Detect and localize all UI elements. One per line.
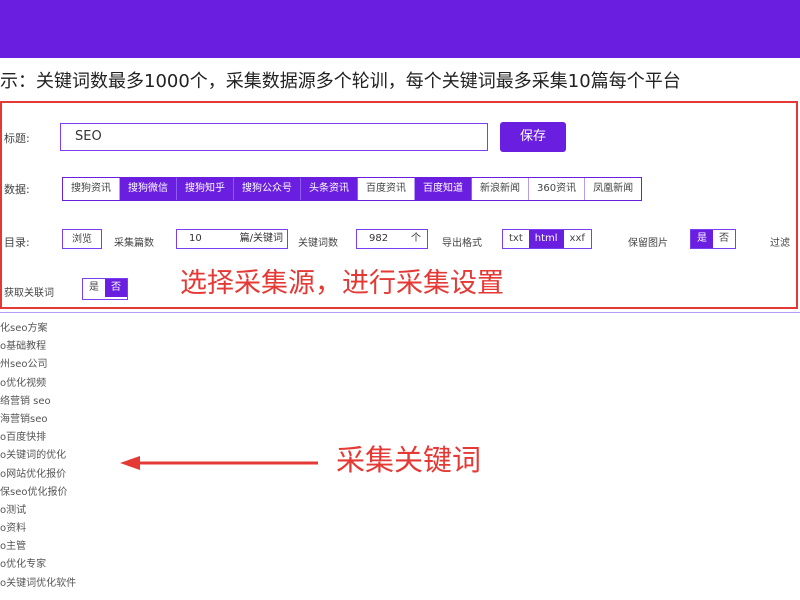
related-words-option[interactable]: 是	[83, 279, 105, 297]
keep-image-option[interactable]: 是	[691, 230, 713, 248]
source-button-group: 搜狗资讯 搜狗微信 搜狗知乎 搜狗公众号 头条资讯 百度资讯 百度知道 新浪新闻 360资讯 凤凰…	[62, 177, 643, 201]
source-option[interactable]: 搜狗资讯	[63, 178, 120, 200]
count-input[interactable]: 10 篇/关键词	[176, 229, 288, 249]
count-value: 10	[189, 233, 202, 244]
count-label: 采集篇数	[114, 238, 154, 249]
settings-panel: 标题: SEO 保存 数据: 搜狗资讯 搜狗微信 搜狗知乎 搜狗公众号 头条资讯 百度资讯…	[0, 101, 798, 309]
keyword-item[interactable]: o百度快排	[0, 429, 140, 447]
keyword-item[interactable]: o优化视频	[0, 375, 140, 393]
related-words-group: 是否	[82, 278, 128, 300]
keyword-item[interactable]: o优化专家	[0, 556, 140, 574]
keyword-item[interactable]: o关键词优化软件	[0, 575, 140, 593]
divider	[0, 312, 800, 313]
filter-label: 过滤	[770, 238, 790, 249]
keyword-item[interactable]: o基础教程	[0, 338, 140, 356]
keyword-count-label: 关键词数	[298, 238, 338, 249]
export-format-label: 导出格式	[442, 238, 482, 249]
source-option[interactable]: 搜狗知乎	[177, 178, 234, 200]
source-option[interactable]: 360资讯	[529, 178, 586, 200]
keyword-count-input[interactable]: 982 个	[356, 229, 428, 249]
tip-text: 示：关键词数最多1000个，采集数据源多个轮训，每个关键词最多采集10篇每个平台	[0, 71, 681, 92]
keyword-count-value: 982	[369, 233, 389, 244]
save-button[interactable]: 保存	[500, 122, 566, 152]
browse-button[interactable]: 浏览	[62, 229, 102, 249]
arrow-left-icon	[120, 456, 318, 470]
keyword-item[interactable]: 络营销 seo	[0, 393, 140, 411]
export-format-option[interactable]: xxf	[564, 230, 591, 248]
keyword-annotation: 采集关键词	[336, 443, 482, 477]
export-format-group: txt html xxf	[502, 229, 592, 249]
source-option[interactable]: 百度资讯	[358, 178, 415, 200]
source-option[interactable]: 百度知道	[415, 178, 472, 200]
keyword-item[interactable]: 保seo优化报价	[0, 484, 140, 502]
source-option[interactable]: 头条资讯	[301, 178, 358, 200]
source-option[interactable]: 搜狗公众号	[234, 178, 301, 200]
keyword-item[interactable]: 海营销seo	[0, 411, 140, 429]
title-input[interactable]: SEO	[60, 123, 488, 151]
export-format-option[interactable]: html	[528, 230, 564, 248]
title-label: 标题:	[4, 132, 30, 145]
directory-label: 目录:	[4, 236, 30, 249]
top-header-bar	[0, 0, 800, 58]
keyword-item[interactable]: o资料	[0, 520, 140, 538]
source-option[interactable]: 新浪新闻	[472, 178, 529, 200]
panel-annotation: 选择采集源，进行采集设置	[180, 268, 504, 299]
keyword-item[interactable]: o测试	[0, 502, 140, 520]
source-label: 数据:	[4, 183, 30, 196]
export-format-option[interactable]: txt	[503, 230, 529, 248]
source-option[interactable]: 凤凰新闻	[585, 178, 642, 200]
keyword-item[interactable]: 化seo方案	[0, 320, 140, 338]
count-unit: 篇/关键词	[239, 233, 283, 244]
keyword-count-unit: 个	[411, 233, 421, 244]
related-words-option[interactable]: 否	[105, 279, 127, 297]
keep-image-group: 是否	[690, 229, 736, 249]
source-option[interactable]: 搜狗微信	[120, 178, 177, 200]
keyword-item[interactable]: o主管	[0, 538, 140, 556]
related-words-label: 获取关联词	[4, 288, 54, 299]
keep-image-option[interactable]: 否	[713, 230, 735, 248]
keep-image-label: 保留图片	[628, 238, 668, 249]
keyword-item[interactable]: 州seo公司	[0, 356, 140, 374]
